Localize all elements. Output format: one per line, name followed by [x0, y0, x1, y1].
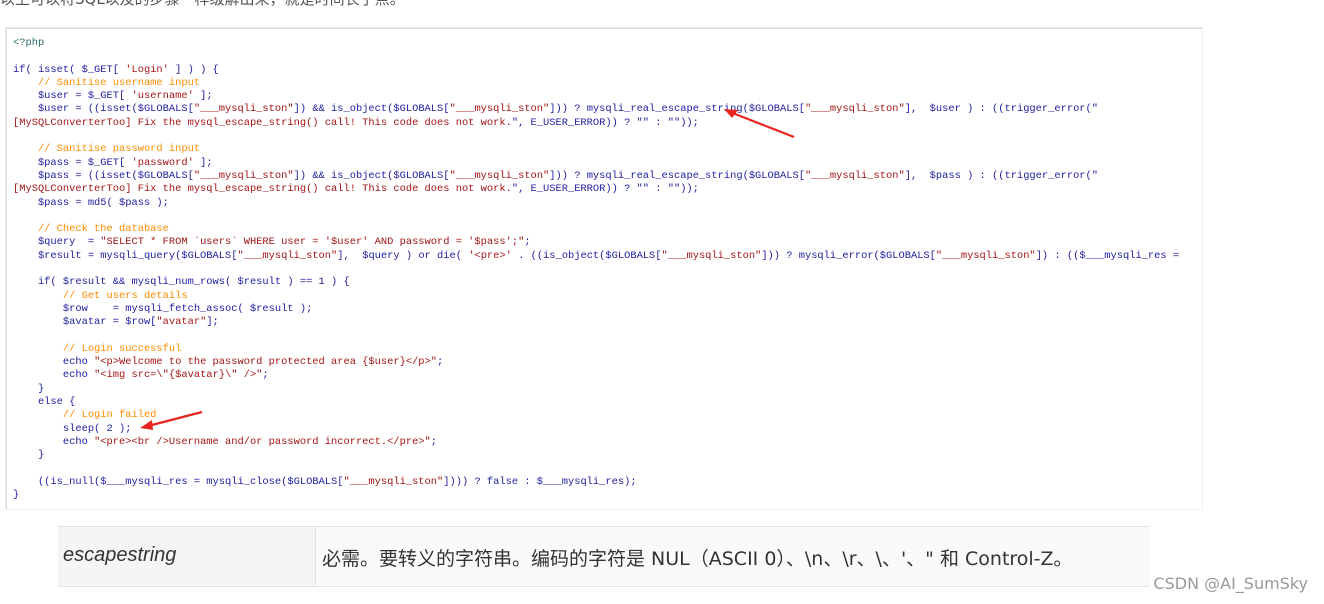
code-line: ((is_null($___mysqli_res = mysqli_close(… [13, 475, 637, 488]
code-line: $query = "SELECT * FROM `users` WHERE us… [13, 236, 531, 249]
code-line: echo "<img src=\"{$avatar}\" />"; [13, 369, 269, 382]
parameter-description: 必需。要转义的字符串。编码的字符是 NUL（ASCII 0）、\n、\r、\、'… [322, 548, 1073, 570]
code-line: // Sanitise username input [13, 76, 201, 89]
code-line: // Login failed [13, 409, 157, 422]
code-line: echo "<p>Welcome to the password protect… [13, 356, 444, 369]
code-line: } [37, 449, 45, 462]
code-line: $user = ((isset($GLOBALS["___mysqli_ston… [13, 103, 1099, 116]
parameter-table-row: escapestring 必需。要转义的字符串。编码的字符是 NUL（ASCII… [58, 526, 1149, 587]
code-line: // Login successful [13, 342, 182, 355]
code-line: if( $result && mysqli_num_rows( $result … [37, 276, 350, 289]
code-line: $user = $_GET[ 'username' ]; [13, 90, 213, 103]
code-line: $pass = $_GET[ 'password' ]; [13, 156, 213, 169]
parameter-name: escapestring [63, 544, 177, 566]
code-line: // Check the database [13, 223, 169, 236]
code-line: [MySQLConverterToo] Fix the mysql_escape… [13, 183, 699, 196]
code-line: // Get users details [13, 289, 188, 302]
parameter-name-cell: escapestring [58, 527, 316, 586]
arrow-annotation-escape [724, 109, 795, 139]
code-line: $pass = md5( $pass ); [37, 196, 169, 209]
code-line: if( isset( $_GET[ 'Login' ] ) ) { [13, 63, 219, 76]
parameter-description-cell: 必需。要转义的字符串。编码的字符是 NUL（ASCII 0）、\n、\r、\、'… [316, 527, 1149, 586]
intro-text: 以上可以将SQL以及的步骤一样级解出来，就是时间长了点。 [0, 0, 700, 8]
code-line: $pass = ((isset($GLOBALS["___mysqli_ston… [13, 169, 1099, 182]
code-line: $row = mysqli_fetch_assoc( $result ); [62, 302, 313, 315]
code-line: sleep( 2 ); [62, 422, 132, 435]
code-line: $result = mysqli_query($GLOBALS["___mysq… [13, 249, 1180, 262]
arrow-annotation-sleep [140, 410, 203, 430]
code-line: } [13, 489, 20, 502]
code-screenshot: <?php if( isset( $_GET[ 'Login' ] ) ) { … [6, 28, 1202, 509]
watermark: CSDN @AI_SumSky [1153, 574, 1308, 593]
code-line: // Sanitise password input [13, 143, 201, 156]
code-line: [MySQLConverterToo] Fix the mysql_escape… [13, 116, 699, 129]
code-line: echo "<pre><br />Username and/or passwor… [13, 435, 438, 448]
code-line: else { [37, 396, 76, 409]
code-line: <?php [13, 37, 45, 49]
code-line: $avatar = $row["avatar"]; [13, 316, 219, 329]
code-line: } [37, 382, 45, 395]
